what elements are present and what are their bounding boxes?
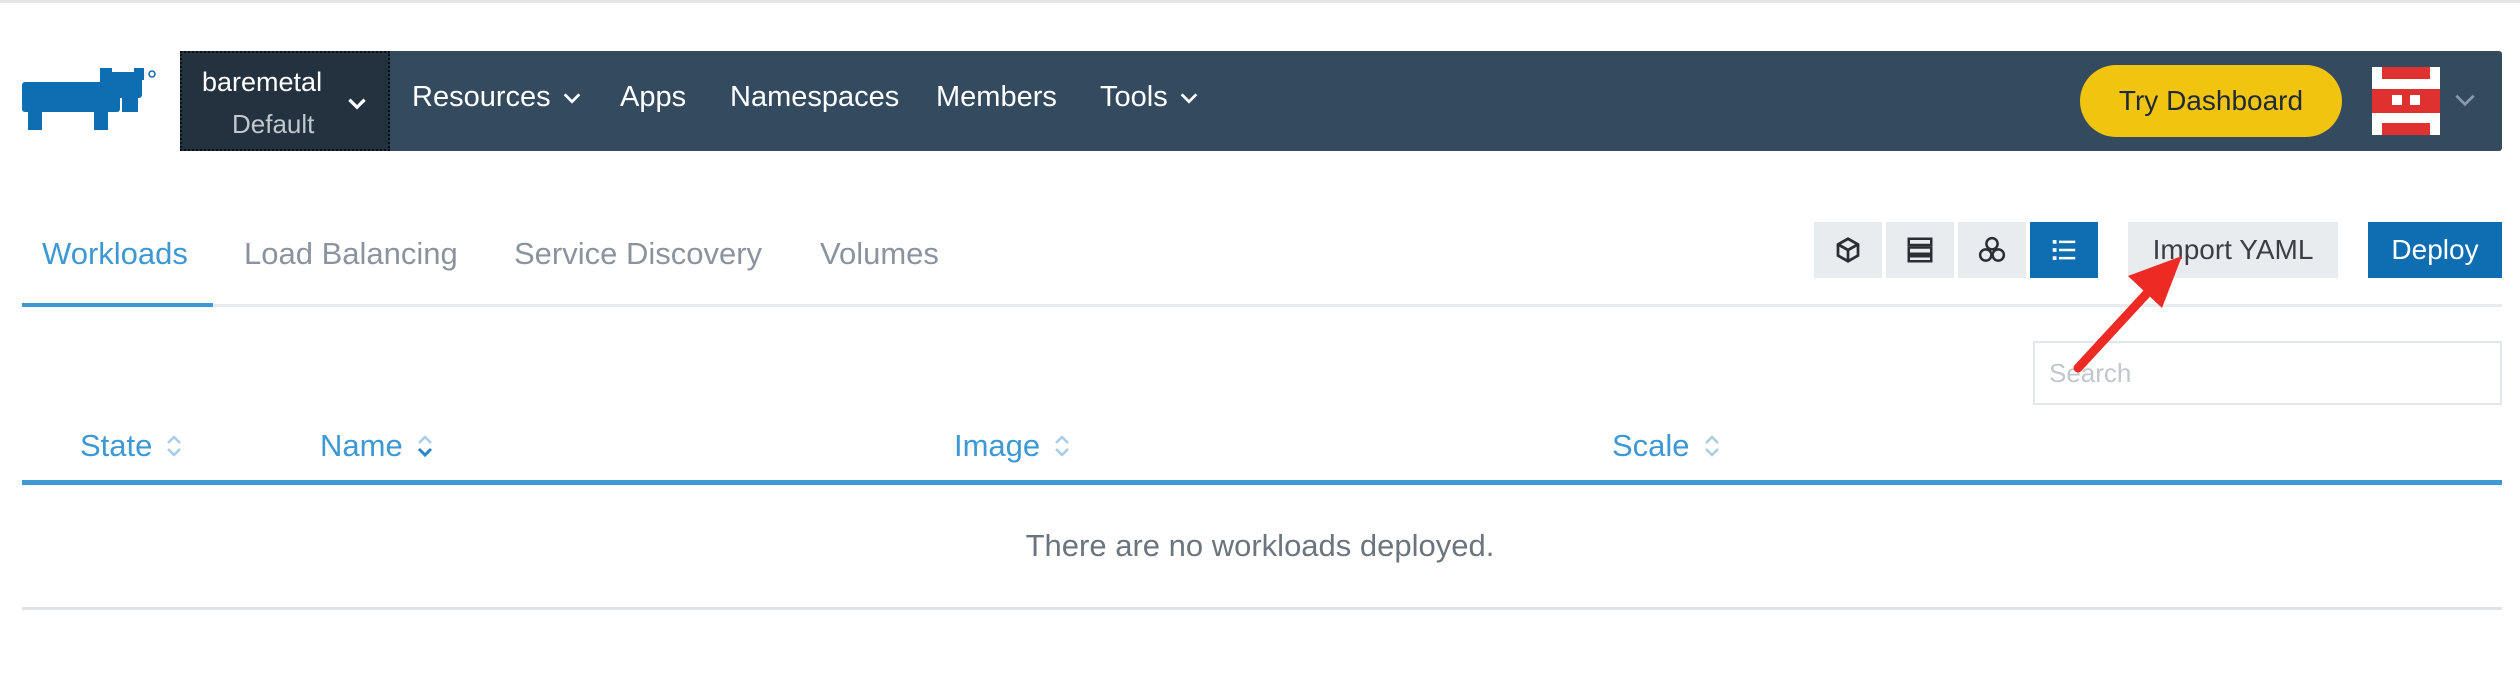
table-bottom-divider bbox=[22, 607, 2502, 610]
tab-workloads[interactable]: Workloads bbox=[42, 236, 188, 272]
nav-item-namespaces[interactable]: Namespaces bbox=[730, 81, 899, 114]
column-label: Name bbox=[320, 428, 403, 463]
column-label: Scale bbox=[1612, 428, 1690, 463]
table-header-divider bbox=[22, 480, 2502, 485]
nav-item-label: Apps bbox=[620, 81, 687, 113]
tab-volumes[interactable]: Volumes bbox=[820, 236, 939, 272]
search-input[interactable] bbox=[2033, 341, 2502, 405]
tab-service-discovery[interactable]: Service Discovery bbox=[514, 236, 762, 272]
column-header-name[interactable]: Name bbox=[320, 428, 435, 464]
column-label: State bbox=[80, 428, 153, 463]
nav-item-label: Namespaces bbox=[730, 81, 900, 113]
namespace-cluster-icon bbox=[1978, 236, 2006, 262]
import-yaml-button[interactable]: Import YAML bbox=[2128, 222, 2338, 278]
cube-icon bbox=[1836, 237, 1860, 263]
nav-item-tools[interactable]: Tools bbox=[1100, 81, 1200, 114]
top-border bbox=[0, 0, 2520, 3]
column-header-image[interactable]: Image bbox=[954, 428, 1072, 464]
sort-descending-icon bbox=[417, 435, 432, 458]
list-icon bbox=[2052, 240, 2076, 260]
view-as-list-button[interactable] bbox=[2030, 222, 2098, 278]
tab-load-balancing[interactable]: Load Balancing bbox=[244, 236, 458, 272]
project-name: Default bbox=[232, 109, 315, 139]
sort-icon bbox=[1055, 435, 1070, 457]
view-by-node-button[interactable] bbox=[1814, 222, 1882, 278]
user-menu-chevron-icon[interactable] bbox=[2452, 87, 2478, 113]
tabs-divider bbox=[22, 304, 2502, 307]
chevron-down-icon bbox=[563, 92, 580, 104]
sort-icon bbox=[167, 435, 182, 457]
server-list-icon bbox=[1907, 237, 1933, 263]
sort-icon bbox=[1704, 435, 1719, 457]
active-tab-underline bbox=[22, 303, 213, 307]
chevron-down-icon bbox=[348, 98, 366, 110]
nav-item-label: Resources bbox=[412, 81, 551, 113]
top-navbar: baremetal Default Resources Apps Namespa… bbox=[180, 51, 2502, 151]
column-header-scale[interactable]: Scale bbox=[1612, 428, 1722, 464]
column-label: Image bbox=[954, 428, 1041, 463]
view-by-service-button[interactable] bbox=[1886, 222, 1954, 278]
nav-item-members[interactable]: Members bbox=[936, 81, 1057, 114]
chevron-down-icon bbox=[1180, 92, 1198, 104]
view-by-namespace-button[interactable] bbox=[1958, 222, 2026, 278]
cluster-project-switcher[interactable]: baremetal Default bbox=[180, 51, 390, 151]
nav-item-apps[interactable]: Apps bbox=[620, 81, 686, 114]
nav-item-label: Tools bbox=[1100, 81, 1168, 113]
cluster-name: baremetal bbox=[202, 67, 323, 97]
deploy-button[interactable]: Deploy bbox=[2368, 222, 2502, 278]
empty-table-message: There are no workloads deployed. bbox=[1025, 528, 1495, 563]
nav-item-label: Members bbox=[936, 81, 1057, 113]
rancher-logo-icon[interactable] bbox=[22, 68, 158, 132]
nav-item-resources[interactable]: Resources bbox=[412, 81, 583, 114]
user-avatar-icon[interactable] bbox=[2372, 67, 2440, 135]
column-header-state[interactable]: State bbox=[80, 428, 184, 464]
try-dashboard-button[interactable]: Try Dashboard bbox=[2080, 65, 2342, 137]
